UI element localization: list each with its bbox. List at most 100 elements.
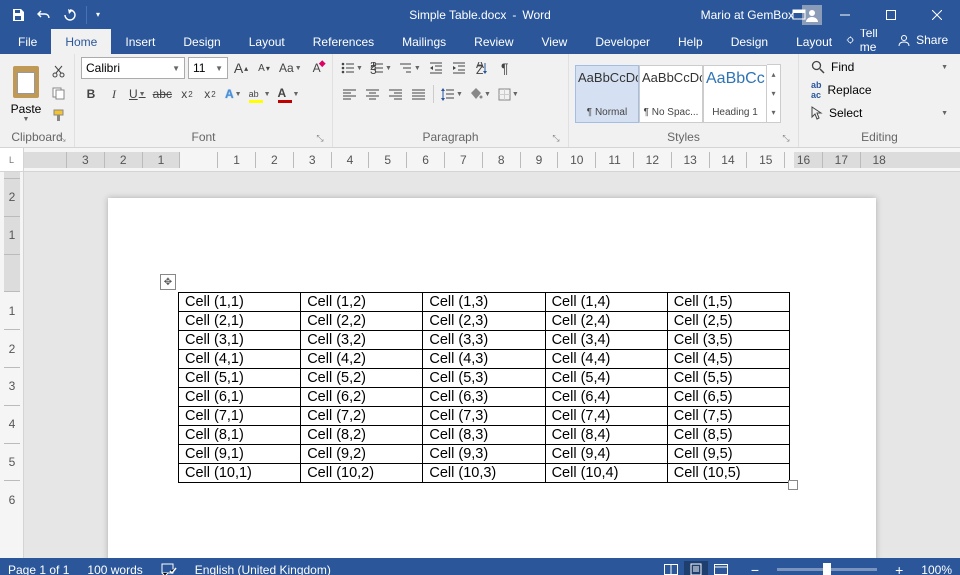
table-cell[interactable]: Cell (7,3) <box>423 407 545 426</box>
bullets-button[interactable]: ▼ <box>339 57 365 79</box>
tab-home[interactable]: Home <box>51 29 111 54</box>
table-resize-handle[interactable] <box>788 480 798 490</box>
table-row[interactable]: Cell (5,1)Cell (5,2)Cell (5,3)Cell (5,4)… <box>179 369 790 388</box>
style---normal[interactable]: AaBbCcDc¶ Normal <box>575 65 639 123</box>
tab-mailings[interactable]: Mailings <box>388 29 460 54</box>
document-area[interactable]: ✥ Cell (1,1)Cell (1,2)Cell (1,3)Cell (1,… <box>24 172 960 558</box>
vertical-ruler[interactable]: 21123456 <box>0 172 24 558</box>
table-cell[interactable]: Cell (9,3) <box>423 445 545 464</box>
table-cell[interactable]: Cell (3,1) <box>179 331 301 350</box>
decrease-indent-button[interactable] <box>426 57 446 79</box>
tab-layout[interactable]: Layout <box>782 29 846 54</box>
underline-button[interactable]: U▼ <box>127 83 148 105</box>
italic-button[interactable]: I <box>104 83 124 105</box>
table-cell[interactable]: Cell (1,3) <box>423 293 545 312</box>
table-cell[interactable]: Cell (10,2) <box>301 464 423 483</box>
table-cell[interactable]: Cell (2,1) <box>179 312 301 331</box>
align-center-button[interactable] <box>362 83 382 105</box>
table-cell[interactable]: Cell (8,3) <box>423 426 545 445</box>
select-button[interactable]: Select▼ <box>805 103 954 123</box>
table-move-handle[interactable]: ✥ <box>160 274 176 290</box>
language-status[interactable]: English (United Kingdom) <box>195 563 331 575</box>
align-left-button[interactable] <box>339 83 359 105</box>
change-case-button[interactable]: Aa▼ <box>277 57 304 79</box>
table-cell[interactable]: Cell (3,5) <box>667 331 789 350</box>
table-cell[interactable]: Cell (10,4) <box>545 464 667 483</box>
tab-view[interactable]: View <box>528 29 582 54</box>
table-cell[interactable]: Cell (9,5) <box>667 445 789 464</box>
table-cell[interactable]: Cell (6,1) <box>179 388 301 407</box>
table-cell[interactable]: Cell (7,1) <box>179 407 301 426</box>
find-button[interactable]: Find▼ <box>805 57 954 77</box>
superscript-button[interactable]: x2 <box>200 83 220 105</box>
borders-button[interactable]: ▼ <box>496 83 521 105</box>
save-button[interactable] <box>6 3 30 27</box>
table-cell[interactable]: Cell (5,4) <box>545 369 667 388</box>
clear-formatting-button[interactable]: A◆ <box>307 57 327 79</box>
read-mode-button[interactable] <box>659 561 683 575</box>
undo-button[interactable] <box>32 3 56 27</box>
table-row[interactable]: Cell (6,1)Cell (6,2)Cell (6,3)Cell (6,4)… <box>179 388 790 407</box>
spellcheck-status[interactable] <box>161 563 177 575</box>
table-cell[interactable]: Cell (9,1) <box>179 445 301 464</box>
tab-references[interactable]: References <box>299 29 388 54</box>
maximize-button[interactable] <box>868 0 914 29</box>
align-right-button[interactable] <box>385 83 405 105</box>
table-cell[interactable]: Cell (4,3) <box>423 350 545 369</box>
table-cell[interactable]: Cell (4,1) <box>179 350 301 369</box>
table-cell[interactable]: Cell (5,3) <box>423 369 545 388</box>
paragraph-dialog-launcher[interactable]: ⤡ <box>550 133 562 145</box>
replace-button[interactable]: abacReplace <box>805 77 954 103</box>
tell-me[interactable]: Tell me <box>846 26 883 54</box>
table-row[interactable]: Cell (3,1)Cell (3,2)Cell (3,3)Cell (3,4)… <box>179 331 790 350</box>
table-cell[interactable]: Cell (2,2) <box>301 312 423 331</box>
table-cell[interactable]: Cell (6,4) <box>545 388 667 407</box>
grow-font-button[interactable]: A▴ <box>231 57 251 79</box>
table-cell[interactable]: Cell (1,2) <box>301 293 423 312</box>
web-layout-button[interactable] <box>709 561 733 575</box>
line-spacing-button[interactable]: ▼ <box>439 83 465 105</box>
table-cell[interactable]: Cell (7,2) <box>301 407 423 426</box>
table-cell[interactable]: Cell (6,3) <box>423 388 545 407</box>
shrink-font-button[interactable]: A▾ <box>254 57 274 79</box>
table-cell[interactable]: Cell (6,2) <box>301 388 423 407</box>
styles-dialog-launcher[interactable]: ⤡ <box>780 133 792 145</box>
clipboard-dialog-launcher[interactable]: ⤡ <box>56 133 68 145</box>
table-cell[interactable]: Cell (1,5) <box>667 293 789 312</box>
table-cell[interactable]: Cell (10,1) <box>179 464 301 483</box>
tab-file[interactable]: File <box>4 29 51 54</box>
table-cell[interactable]: Cell (2,4) <box>545 312 667 331</box>
table-cell[interactable]: Cell (1,4) <box>545 293 667 312</box>
table-cell[interactable]: Cell (2,3) <box>423 312 545 331</box>
table-cell[interactable]: Cell (5,5) <box>667 369 789 388</box>
style---no-spac---[interactable]: AaBbCcDc¶ No Spac... <box>639 65 703 123</box>
word-count-status[interactable]: 100 words <box>87 563 142 575</box>
tab-review[interactable]: Review <box>460 29 527 54</box>
tab-design[interactable]: Design <box>717 29 782 54</box>
subscript-button[interactable]: x2 <box>177 83 197 105</box>
table-cell[interactable]: Cell (2,5) <box>667 312 789 331</box>
table-row[interactable]: Cell (8,1)Cell (8,2)Cell (8,3)Cell (8,4)… <box>179 426 790 445</box>
numbering-button[interactable]: 123▼ <box>368 57 394 79</box>
table-cell[interactable]: Cell (7,5) <box>667 407 789 426</box>
bold-button[interactable]: B <box>81 83 101 105</box>
font-dialog-launcher[interactable]: ⤡ <box>314 133 326 145</box>
table-cell[interactable]: Cell (9,2) <box>301 445 423 464</box>
minimize-button[interactable] <box>822 0 868 29</box>
zoom-level[interactable]: 100% <box>921 563 952 575</box>
table-cell[interactable]: Cell (1,1) <box>179 293 301 312</box>
shading-button[interactable]: ▼ <box>468 83 493 105</box>
zoom-out-button[interactable]: − <box>751 562 759 575</box>
table-cell[interactable]: Cell (10,3) <box>423 464 545 483</box>
styles-more[interactable]: ▴▾▾ <box>767 64 781 123</box>
table-row[interactable]: Cell (1,1)Cell (1,2)Cell (1,3)Cell (1,4)… <box>179 293 790 312</box>
table-cell[interactable]: Cell (7,4) <box>545 407 667 426</box>
justify-button[interactable] <box>408 83 428 105</box>
redo-button[interactable] <box>58 3 82 27</box>
multilevel-list-button[interactable]: ▼ <box>397 57 423 79</box>
text-effects-button[interactable]: A▼ <box>223 83 244 105</box>
table-row[interactable]: Cell (2,1)Cell (2,2)Cell (2,3)Cell (2,4)… <box>179 312 790 331</box>
table-cell[interactable]: Cell (10,5) <box>667 464 789 483</box>
document-table[interactable]: Cell (1,1)Cell (1,2)Cell (1,3)Cell (1,4)… <box>178 292 790 483</box>
horizontal-ruler[interactable]: 321123456789101112131415161718 <box>24 148 960 171</box>
